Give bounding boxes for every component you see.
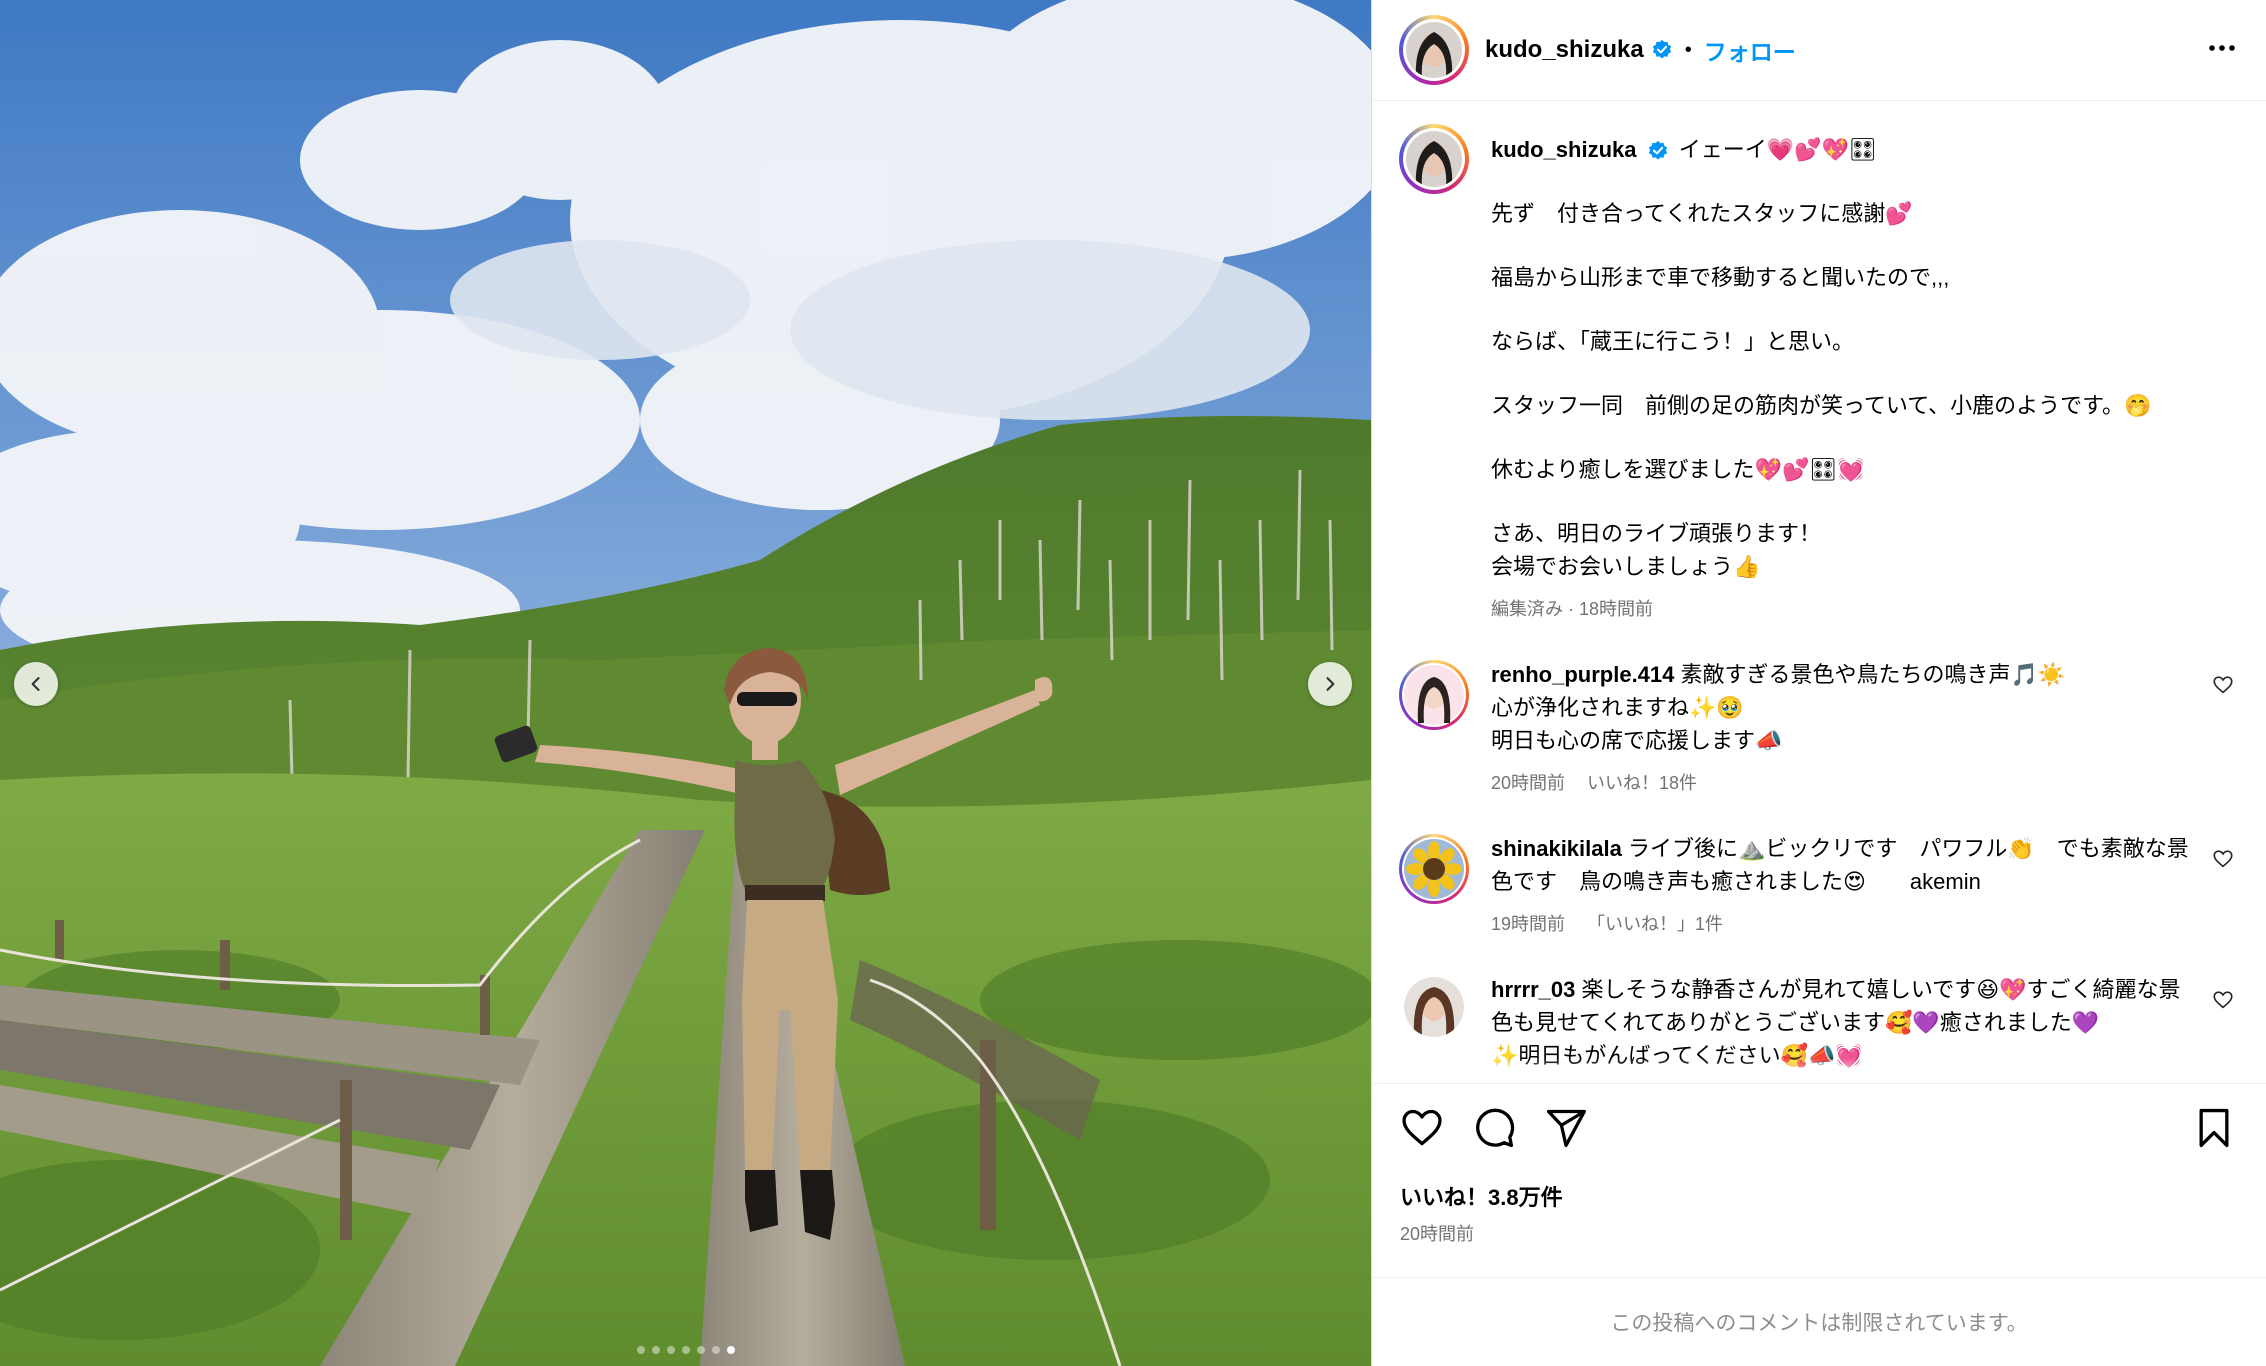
post-photo[interactable]: [0, 0, 1371, 1366]
verified-badge-icon: [1652, 39, 1671, 59]
more-options-button[interactable]: [2206, 32, 2238, 69]
caption-line: 休むより癒しを選びました💖💕🎛💓: [1491, 457, 1865, 482]
follow-button[interactable]: フォロー: [1704, 33, 1796, 67]
carousel-dot: [726, 1346, 735, 1354]
post-actions: いいね！3.8万件 20時間前: [1372, 1083, 2266, 1275]
carousel-dot: [711, 1346, 720, 1354]
mountain-landscape-image: [0, 0, 1371, 1366]
carousel-dot: [636, 1346, 645, 1354]
comment-time: 19時間前: [1491, 914, 1566, 934]
caption-lead-text: イェーイ💗💕💖🎛: [1678, 137, 1877, 162]
post-likes-count[interactable]: いいね！3.8万件: [1400, 1180, 2236, 1212]
header-separator: •: [1684, 38, 1692, 61]
comment-username[interactable]: renho_purple.414: [1491, 662, 1674, 687]
carousel-dot: [666, 1346, 675, 1354]
comment-time: 20時間前: [1491, 773, 1566, 793]
caption-line: 福島から山形まで車で移動すると聞いたので,,,: [1491, 265, 1950, 290]
comment-username[interactable]: shinakikilala: [1491, 836, 1622, 861]
sunflower-avatar-icon: [1404, 839, 1464, 899]
chevron-left-icon: [31, 677, 40, 691]
commenter-avatar-image: [1404, 977, 1464, 1037]
more-options-icon: [2209, 44, 2235, 51]
caption-avatar-image: [1406, 131, 1462, 187]
commenter-avatar[interactable]: [1399, 834, 1469, 904]
comment-like-heart-icon[interactable]: [2212, 848, 2234, 870]
commenter-avatar-image: [1404, 665, 1464, 725]
comment-icon[interactable]: [1472, 1106, 1516, 1150]
comment-likes-button[interactable]: 「いいね！」1件: [1587, 914, 1723, 934]
post-caption: kudo_shizuka イェーイ💗💕💖🎛 先ず 付き合ってくれたスタッフに感謝…: [1399, 124, 2238, 626]
caption-line: 先ず 付き合ってくれたスタッフに感謝💕: [1491, 201, 1913, 226]
comment-text: 心が浄化されますね✨🥹: [1491, 695, 1744, 720]
verified-badge-icon: [1648, 141, 1667, 160]
comments-scroll-area[interactable]: kudo_shizuka イェーイ💗💕💖🎛 先ず 付き合ってくれたスタッフに感謝…: [1372, 102, 2266, 1082]
comment-like-heart-icon[interactable]: [2212, 989, 2234, 1011]
post-timestamp[interactable]: 20時間前: [1400, 1220, 2236, 1246]
comment-likes-button[interactable]: いいね！18件: [1587, 773, 1697, 793]
comment-username[interactable]: hrrrr_03: [1491, 977, 1575, 1002]
comment-like-heart-icon[interactable]: [2212, 674, 2234, 696]
scroll-fade: [1372, 1058, 2266, 1084]
author-username[interactable]: kudo_shizuka: [1485, 36, 1644, 64]
caption-author-avatar[interactable]: [1399, 124, 1469, 194]
carousel-prev-button[interactable]: [14, 662, 58, 706]
share-icon[interactable]: [1544, 1106, 1588, 1150]
carousel-dot: [681, 1346, 690, 1354]
carousel-dot: [651, 1346, 660, 1354]
author-avatar[interactable]: [1399, 15, 1469, 85]
comment-item: shinakikilala ライブ後に⛰️ビックリです パワフル👏 でも素敵な景…: [1399, 834, 2238, 941]
carousel-next-button[interactable]: [1308, 662, 1352, 706]
comment-text: 素敵すぎる景色や鳥たちの鳴き声🎵☀️: [1680, 662, 2066, 687]
chevron-right-icon: [1326, 677, 1335, 691]
comment-text: 楽しそうな静香さんが見れて嬉しいです😆💖すごく綺麗な景色も見せてくれてありがとう…: [1491, 977, 2181, 1035]
comments-restricted-notice: この投稿へのコメントは制限されています。: [1372, 1277, 2266, 1366]
caption-username[interactable]: kudo_shizuka: [1491, 137, 1636, 162]
caption-line: スタッフ一同 前側の足の筋肉が笑っていて、小鹿のようです。🤭: [1491, 393, 2152, 418]
post-header: kudo_shizuka • フォロー: [1372, 0, 2266, 101]
caption-line: ならば、「蔵王に行こう！」と思い。: [1491, 329, 1855, 354]
caption-line: さあ、明日のライブ頑張ります！: [1491, 521, 1822, 546]
carousel-indicator: [0, 1346, 1371, 1354]
heart-icon[interactable]: [1400, 1106, 1444, 1150]
commenter-avatar[interactable]: [1404, 977, 1464, 1037]
author-avatar-image: [1406, 22, 1462, 78]
carousel-dot: [696, 1346, 705, 1354]
commenter-avatar[interactable]: [1399, 660, 1469, 730]
caption-meta: 編集済み · 18時間前: [1491, 599, 1654, 619]
comment-item: renho_purple.414 素敵すぎる景色や鳥たちの鳴き声🎵☀️ 心が浄化…: [1399, 660, 2238, 800]
comment-text: 明日も心の席で応援します📣: [1491, 728, 1783, 753]
post-side-panel: kudo_shizuka • フォロー kudo_shizuka イェーイ💗💕💖…: [1371, 0, 2266, 1366]
caption-line: 会場でお会いしましょう👍: [1491, 554, 1761, 579]
bookmark-icon[interactable]: [2192, 1106, 2236, 1150]
